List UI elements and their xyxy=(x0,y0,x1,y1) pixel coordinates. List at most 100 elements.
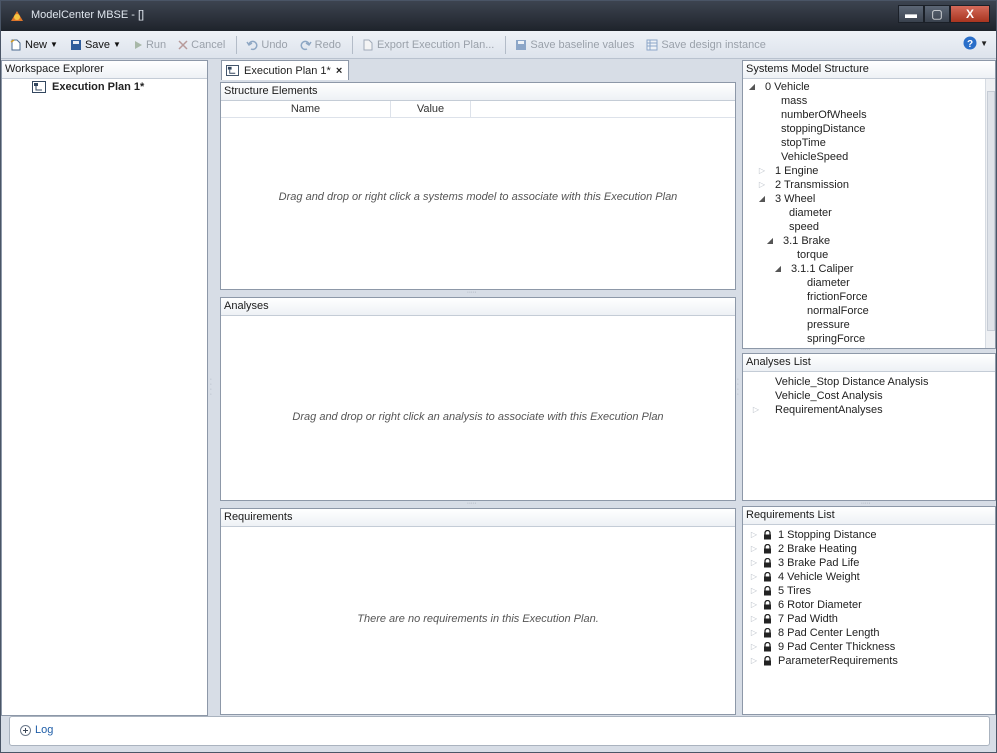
undo-button[interactable]: Undo xyxy=(243,34,290,56)
tab-close-icon[interactable]: × xyxy=(336,65,342,77)
systems-model-tree-item[interactable]: ▷ 2 Transmission xyxy=(757,178,849,192)
systems-model-tree-item[interactable]: ◢ 3.1.1 Caliper xyxy=(773,262,853,276)
tree-item-label: numberOfWheels xyxy=(781,109,867,121)
collapse-arrow-icon[interactable]: ◢ xyxy=(773,262,783,276)
title-bar[interactable]: ModelCenter MBSE - [] ▬ ▢ X xyxy=(1,1,996,31)
requirement-list-item[interactable]: ▷ 8 Pad Center Length xyxy=(749,626,880,640)
requirement-list-item[interactable]: ▷ 7 Pad Width xyxy=(749,612,838,626)
save-baseline-values-button[interactable]: Save baseline values xyxy=(512,34,637,56)
analyses-panel: Analyses Drag and drop or right click an… xyxy=(220,297,736,501)
maximize-button[interactable]: ▢ xyxy=(924,5,950,23)
column-header-value[interactable]: Value xyxy=(391,101,471,118)
expand-arrow-icon[interactable]: ▷ xyxy=(749,542,759,556)
expand-arrow-icon[interactable]: ▷ xyxy=(749,654,759,668)
redo-button[interactable]: Redo xyxy=(297,34,344,56)
requirement-list-item[interactable]: ▷ 6 Rotor Diameter xyxy=(749,598,862,612)
splitter-handle[interactable]: ∙∙∙∙∙ xyxy=(467,500,477,507)
requirement-item-label: 6 Rotor Diameter xyxy=(778,599,862,611)
column-header-name[interactable]: Name xyxy=(221,101,391,118)
requirement-list-item[interactable]: ▷ 9 Pad Center Thickness xyxy=(749,640,895,654)
cancel-button[interactable]: Cancel xyxy=(175,34,228,56)
requirement-item-label: 4 Vehicle Weight xyxy=(778,571,860,583)
requirement-list-item[interactable]: ▷ 2 Brake Heating xyxy=(749,542,857,556)
systems-model-tree-item[interactable]: ◢ 0 Vehicle xyxy=(747,80,810,94)
expand-arrow-icon[interactable]: ▷ xyxy=(749,556,759,570)
run-button[interactable]: Run xyxy=(130,34,169,56)
workspace-item-execution-plan[interactable]: Execution Plan 1* xyxy=(32,81,144,93)
collapse-arrow-icon[interactable]: ◢ xyxy=(765,234,775,248)
new-button[interactable]: New ▼ xyxy=(7,34,61,56)
lock-icon xyxy=(764,586,771,596)
svg-text:?: ? xyxy=(967,39,973,50)
redo-icon xyxy=(300,40,312,50)
systems-model-tree-item[interactable]: torque xyxy=(773,248,828,262)
new-dropdown-icon[interactable]: ▼ xyxy=(50,40,58,49)
systems-model-tree-item[interactable]: frictionForce xyxy=(783,290,868,304)
close-button[interactable]: X xyxy=(950,5,990,23)
expand-arrow-icon[interactable]: ▷ xyxy=(751,403,761,417)
requirement-list-item[interactable]: ▷ 4 Vehicle Weight xyxy=(749,570,860,584)
vertical-splitter-handle[interactable]: ∙ ∙ ∙ ∙ xyxy=(210,376,212,398)
scrollbar-thumb[interactable] xyxy=(987,91,995,331)
analysis-list-item[interactable]: ▷ RequirementAnalyses xyxy=(751,403,883,417)
systems-model-tree-item[interactable]: stoppingDistance xyxy=(757,122,865,136)
splitter-handle[interactable]: ∙∙∙∙∙ xyxy=(467,289,477,296)
systems-model-tree-item[interactable]: mass xyxy=(757,94,807,108)
systems-model-scrollbar[interactable] xyxy=(985,79,995,348)
help-dropdown-icon[interactable]: ▼ xyxy=(980,39,988,48)
requirement-list-item[interactable]: ▷ 3 Brake Pad Life xyxy=(749,556,859,570)
vertical-splitter-handle[interactable]: ∙ ∙ ∙ ∙ xyxy=(737,376,739,398)
tree-item-label: pressure xyxy=(807,319,850,331)
expand-arrow-icon[interactable]: ▷ xyxy=(749,612,759,626)
requirement-list-item[interactable]: ▷ ParameterRequirements xyxy=(749,654,898,668)
help-icon: ? xyxy=(963,36,977,50)
save-button[interactable]: Save ▼ xyxy=(67,34,124,56)
systems-model-tree-item[interactable]: ◢ 3.1 Brake xyxy=(765,234,830,248)
requirement-item-label: 5 Tires xyxy=(778,585,812,597)
requirement-item-label: ParameterRequirements xyxy=(778,655,898,667)
requirements-placeholder: There are no requirements in this Execut… xyxy=(357,613,599,625)
analysis-list-item[interactable]: Vehicle_Stop Distance Analysis xyxy=(751,375,928,389)
splitter-handle[interactable]: ∙∙∙∙∙ xyxy=(861,346,871,353)
save-dropdown-icon[interactable]: ▼ xyxy=(113,40,121,49)
expand-arrow-icon[interactable]: ▷ xyxy=(749,584,759,598)
save-design-instance-button[interactable]: Save design instance xyxy=(643,34,769,56)
expand-arrow-icon[interactable]: ▷ xyxy=(749,626,759,640)
log-label: Log xyxy=(35,724,54,736)
collapse-arrow-icon[interactable]: ◢ xyxy=(757,192,767,206)
save-baseline-label: Save baseline values xyxy=(530,38,635,51)
expand-arrow-icon[interactable]: ▷ xyxy=(749,598,759,612)
run-icon xyxy=(134,40,142,49)
tree-item-label: stoppingDistance xyxy=(781,123,866,135)
expand-arrow-icon[interactable]: ▷ xyxy=(749,528,759,542)
requirement-list-item[interactable]: ▷ 1 Stopping Distance xyxy=(749,528,877,542)
systems-model-tree-item[interactable]: normalForce xyxy=(783,304,869,318)
log-toggle[interactable]: Log xyxy=(20,724,53,736)
expand-arrow-icon[interactable]: ▷ xyxy=(757,178,767,192)
tab-execution-plan-1[interactable]: Execution Plan 1* × xyxy=(221,60,350,80)
minimize-button[interactable]: ▬ xyxy=(898,5,924,23)
execution-plan-icon xyxy=(32,81,46,93)
requirement-list-item[interactable]: ▷ 5 Tires xyxy=(749,584,811,598)
analysis-list-item[interactable]: Vehicle_Cost Analysis xyxy=(751,389,883,403)
requirement-item-label: 8 Pad Center Length xyxy=(778,627,880,639)
undo-icon xyxy=(246,40,258,50)
toolbar-separator xyxy=(351,35,353,54)
systems-model-tree-item[interactable]: ◢ 3 Wheel xyxy=(757,192,815,206)
systems-model-tree-item[interactable]: speed xyxy=(765,220,819,234)
systems-model-tree-item[interactable]: springForce xyxy=(783,332,865,346)
systems-model-tree-item[interactable]: numberOfWheels xyxy=(757,108,867,122)
window-controls: ▬ ▢ X xyxy=(898,5,990,23)
expand-arrow-icon[interactable]: ▷ xyxy=(749,570,759,584)
expand-arrow-icon[interactable]: ▷ xyxy=(757,164,767,178)
systems-model-tree-item[interactable]: diameter xyxy=(783,276,850,290)
systems-model-tree-item[interactable]: VehicleSpeed xyxy=(757,150,848,164)
collapse-arrow-icon[interactable]: ◢ xyxy=(747,80,757,94)
systems-model-tree-item[interactable]: diameter xyxy=(765,206,832,220)
export-execution-plan-button[interactable]: Export Execution Plan... xyxy=(359,34,497,56)
systems-model-tree-item[interactable]: stopTime xyxy=(757,136,826,150)
help-button[interactable]: ? ▼ xyxy=(963,36,988,50)
expand-arrow-icon[interactable]: ▷ xyxy=(749,640,759,654)
systems-model-tree-item[interactable]: ▷ 1 Engine xyxy=(757,164,819,178)
systems-model-tree-item[interactable]: pressure xyxy=(783,318,850,332)
